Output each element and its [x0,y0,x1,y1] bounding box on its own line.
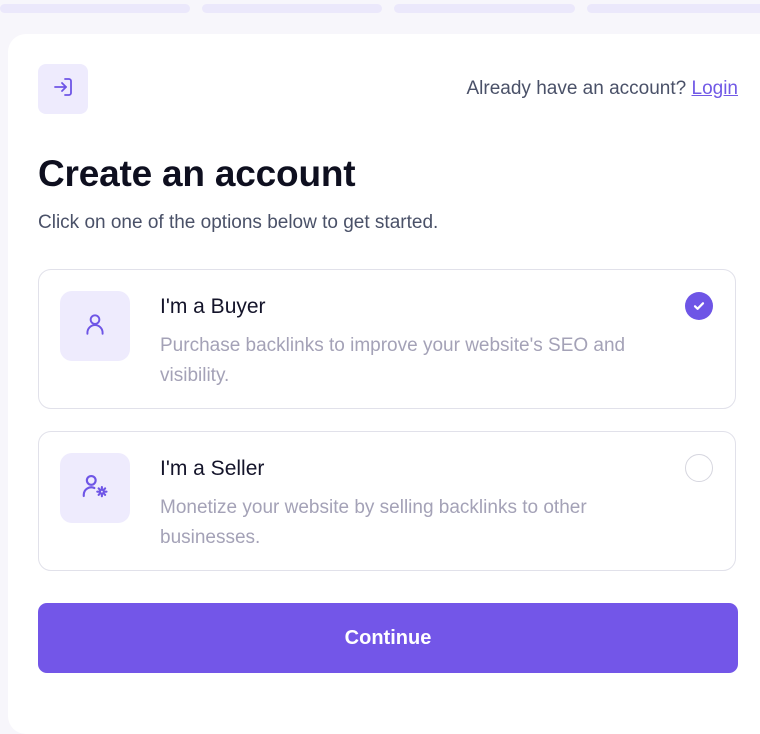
progress-step [0,4,190,13]
check-circle-icon[interactable] [685,292,713,320]
user-icon [82,311,108,342]
user-gear-icon [80,471,110,506]
option-seller[interactable]: I'm a Seller Monetize your website by se… [38,431,736,571]
seller-icon-box [60,453,130,523]
option-buyer[interactable]: I'm a Buyer Purchase backlinks to improv… [38,269,736,409]
option-title: I'm a Seller [160,457,265,480]
already-have-account: Already have an account? Login [467,78,739,100]
option-description: Monetize your website by selling backlin… [160,497,587,548]
option-title: I'm a Buyer [160,295,266,318]
radio-empty-icon[interactable] [685,454,713,482]
continue-button[interactable]: Continue [38,603,738,673]
progress-step [587,4,760,13]
page-subtitle: Click on one of the options below to get… [38,212,439,233]
login-icon-box [38,64,88,114]
option-description: Purchase backlinks to improve your websi… [160,335,626,386]
progress-steps [0,4,760,14]
already-text: Already have an account? [466,78,687,99]
page-title: Create an account [38,153,356,194]
buyer-icon-box [60,291,130,361]
progress-step [202,4,382,13]
progress-step [394,4,575,13]
login-arrow-icon [51,75,75,104]
login-link[interactable]: Login [692,78,739,99]
